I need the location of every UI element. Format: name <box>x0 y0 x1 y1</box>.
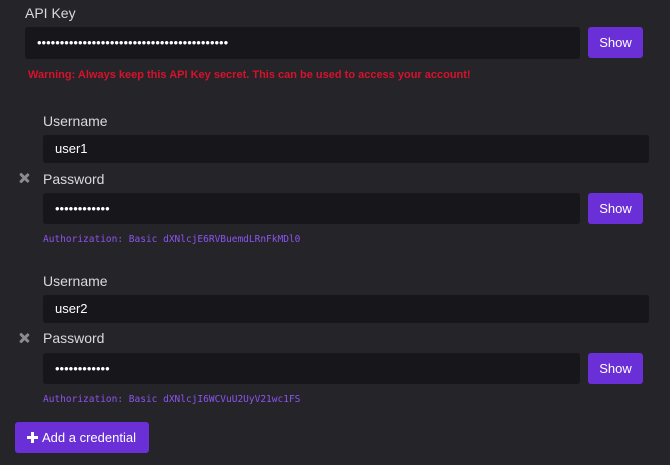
username-label: Username <box>43 113 108 129</box>
api-key-label: API Key <box>25 5 76 21</box>
password-input[interactable]: •••••••••••• <box>43 353 580 384</box>
api-key-input[interactable]: ••••••••••••••••••••••••••••••••••••••••… <box>25 27 580 59</box>
plus-icon <box>27 432 38 443</box>
add-credential-button[interactable]: Add a credential <box>15 422 149 453</box>
authorization-header: Authorization: Basic dXNlcjE6RVBuemdLRnF… <box>43 234 301 245</box>
username-input[interactable]: user1 <box>43 135 649 163</box>
password-show-button[interactable]: Show <box>588 353 643 384</box>
username-input[interactable]: user2 <box>43 295 649 323</box>
api-key-warning: Warning: Always keep this API Key secret… <box>28 69 471 81</box>
password-label: Password <box>43 330 105 346</box>
username-label: Username <box>43 273 108 289</box>
remove-credential-icon[interactable] <box>18 172 30 184</box>
password-show-button[interactable]: Show <box>588 193 643 224</box>
add-credential-label: Add a credential <box>42 430 136 445</box>
password-input[interactable]: •••••••••••• <box>43 193 580 224</box>
remove-credential-icon[interactable] <box>18 332 30 344</box>
password-label: Password <box>43 171 105 187</box>
api-key-show-button[interactable]: Show <box>588 27 643 58</box>
authorization-header: Authorization: Basic dXNlcjI6WCVuU2UyV21… <box>43 394 301 405</box>
